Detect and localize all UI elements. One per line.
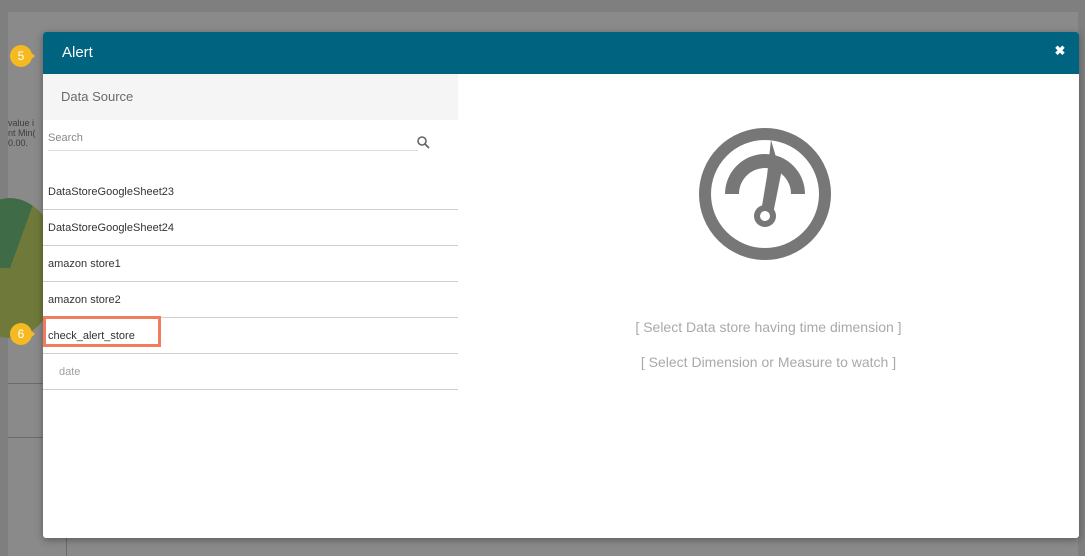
gauge-icon	[699, 128, 831, 260]
background-text-line: value i	[8, 118, 35, 128]
modal-title: Alert	[62, 44, 93, 61]
list-item[interactable]: DataStoreGoogleSheet24	[43, 210, 458, 246]
modal-header: Alert ✖	[43, 32, 1079, 74]
search-icon[interactable]	[416, 135, 430, 149]
search-input[interactable]	[48, 128, 388, 148]
background-text-line: nt Min(	[8, 128, 36, 138]
close-icon[interactable]: ✖	[1053, 44, 1067, 58]
list-item-label: DataStoreGoogleSheet24	[48, 222, 174, 234]
list-item[interactable]: DataStoreGoogleSheet23	[43, 174, 458, 210]
data-source-header: Data Source	[43, 74, 458, 120]
instruction-line-1: [ Select Data store having time dimensio…	[635, 319, 902, 335]
alert-preview-panel: [ Select Data store having time dimensio…	[458, 74, 1079, 538]
data-store-list: DataStoreGoogleSheet23 DataStoreGoogleSh…	[43, 174, 458, 390]
step-6-badge: 6	[10, 323, 32, 345]
list-item-label: amazon store1	[48, 258, 121, 270]
step-5-badge: 5	[10, 45, 32, 67]
list-item-label: date	[59, 366, 81, 378]
alert-modal: Alert ✖ Data Source DataStoreGoogleSheet…	[43, 32, 1079, 538]
list-item-label: check_alert_store	[48, 330, 135, 342]
data-source-header-label: Data Source	[61, 89, 134, 104]
list-item-label: DataStoreGoogleSheet23	[48, 186, 174, 198]
list-item-selected[interactable]: check_alert_store	[43, 316, 458, 354]
background-divider	[66, 538, 67, 556]
search-row	[48, 128, 418, 151]
list-item[interactable]: amazon store2	[43, 282, 458, 318]
background-partial-text: value i nt Min( 0.00.	[8, 118, 48, 148]
background-text-line: 0.00.	[8, 138, 29, 148]
data-source-panel: Data Source DataStoreGoogleSheet23 DataS…	[43, 74, 458, 538]
list-item[interactable]: amazon store1	[43, 246, 458, 282]
list-item-label: amazon store2	[48, 294, 121, 306]
instruction-line-2: [ Select Dimension or Measure to watch ]	[640, 354, 897, 370]
list-item-sub[interactable]: date	[43, 354, 458, 390]
